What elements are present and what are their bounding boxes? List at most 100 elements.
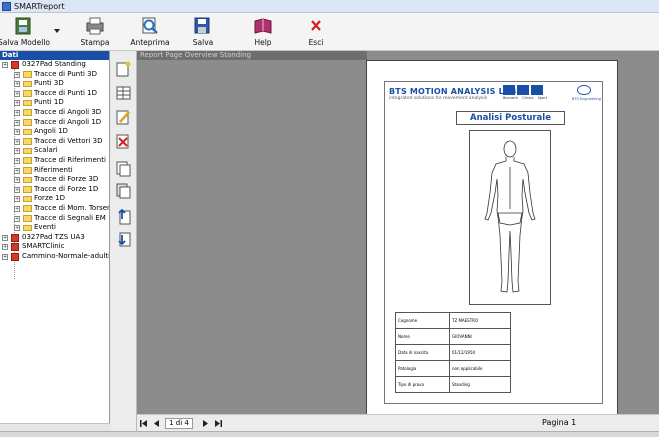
info-key: Patologia [395, 360, 450, 377]
bts-logo-text: BTS Engineering [572, 97, 601, 101]
expand-toggle-icon[interactable]: + [14, 205, 20, 212]
previous-page-icon [154, 420, 159, 427]
tree-item-label: SMARTClinic [22, 242, 65, 251]
expand-toggle-icon[interactable]: + [14, 157, 20, 164]
save-button[interactable]: Salva [181, 17, 225, 47]
lab-icon-label: Sport [537, 96, 547, 100]
tree-item[interactable]: + Riferimenti [0, 166, 109, 176]
tree-item-label: Tracce di Vettori 3D [34, 136, 103, 145]
tree-header: Dati [0, 51, 109, 60]
first-page-button[interactable] [139, 419, 148, 428]
print-label: Stampa [80, 38, 110, 47]
tree-item[interactable]: + Tracce di Punti 3D [0, 70, 109, 80]
page-number-field[interactable]: 1 di 4 [165, 418, 193, 429]
tree-item[interactable]: + Tracce di Punti 1D [0, 89, 109, 99]
report-page[interactable]: BTS MOTION ANALYSIS LAB integrated solut… [366, 60, 618, 414]
save-template-label: Salva Modello [0, 38, 51, 47]
subject-icon [11, 243, 19, 252]
expand-toggle-icon[interactable]: + [2, 244, 8, 251]
next-page-button[interactable] [201, 419, 210, 428]
paste-page-button[interactable] [114, 181, 133, 200]
expand-toggle-icon[interactable]: + [2, 234, 8, 241]
page-navigation-bar: 1 di 4 Pagina 1 [137, 414, 659, 431]
save-template-dropdown-icon[interactable] [54, 29, 60, 33]
expand-toggle-icon[interactable]: + [14, 138, 20, 145]
tree-item[interactable]: +0327Pad TZS UA3 [0, 233, 109, 243]
print-button[interactable]: Stampa [73, 17, 117, 47]
info-value: 01/12/1950 [449, 344, 511, 361]
biomech-icon [503, 85, 515, 95]
title-bar: SMARTreport [0, 0, 659, 13]
expand-toggle-icon[interactable]: + [2, 62, 8, 68]
bts-logo-icon [577, 85, 591, 95]
help-button[interactable]: Help [241, 17, 285, 47]
tree-item[interactable]: + Tracce di Angoli 3D [0, 108, 109, 118]
expand-toggle-icon[interactable]: + [14, 225, 20, 232]
tree-item[interactable]: + Tracce di Forze 3D [0, 175, 109, 185]
expand-toggle-icon[interactable]: + [14, 129, 20, 136]
expand-toggle-icon[interactable]: + [14, 119, 20, 126]
tree-item[interactable]: + Tracce di Mom. Torsen [0, 204, 109, 214]
expand-toggle-icon[interactable]: + [14, 109, 20, 116]
tree-item-label: Tracce di Riferimenti [34, 155, 106, 164]
tree-item[interactable]: + Tracce di Vettori 3D [0, 137, 109, 147]
tree-item[interactable]: + Forze 1D [0, 194, 109, 204]
last-page-button[interactable] [214, 419, 223, 428]
move-page-up-button[interactable] [114, 207, 133, 226]
move-down-icon [118, 232, 131, 246]
tree-item[interactable]: + Tracce di Riferimenti [0, 156, 109, 166]
data-tree-panel[interactable]: Dati +0327Pad Standing + Tracce di Punti 3… [0, 51, 110, 431]
table-icon [116, 86, 131, 99]
info-key: Data di nascita [395, 344, 450, 361]
save-template-button[interactable]: Salva Modello [0, 17, 50, 47]
expand-toggle-icon[interactable]: + [14, 71, 20, 78]
tree-item[interactable]: + Scalari [0, 146, 109, 156]
expand-toggle-icon[interactable]: + [2, 253, 8, 260]
folder-icon [23, 119, 32, 126]
tree-item-label: Tracce di Segnali EM [34, 213, 106, 222]
insert-table-button[interactable] [114, 83, 133, 102]
expand-toggle-icon[interactable]: + [14, 196, 20, 203]
tree-item[interactable]: + Eventi [0, 223, 109, 233]
expand-toggle-icon[interactable]: + [14, 167, 20, 174]
tree-item[interactable]: + Tracce di Segnali EM [0, 214, 109, 224]
tree-item[interactable]: + Punti 1D [0, 98, 109, 108]
app-icon [2, 1, 11, 11]
folder-icon [23, 147, 32, 155]
tree-item[interactable]: + Cammino-Normale-adulti [0, 252, 109, 262]
subject-icon [11, 61, 19, 69]
previous-page-button[interactable] [152, 419, 161, 428]
tree-item[interactable]: +0327Pad Standing [0, 60, 109, 70]
delete-page-button[interactable] [114, 131, 133, 150]
new-page-button[interactable] [114, 59, 133, 78]
preview-button[interactable]: Anteprima [128, 17, 172, 47]
expand-toggle-icon[interactable]: + [14, 100, 20, 107]
expand-toggle-icon[interactable]: + [14, 177, 20, 184]
tree-item[interactable]: + Angoli 1D [0, 127, 109, 137]
patient-info-table: Cognome TZ MAESTRO Nome GIOVANNI Data di nas… [395, 312, 511, 393]
help-book-icon [253, 17, 273, 35]
tree-item[interactable]: + Tracce di Angoli 1D [0, 118, 109, 128]
tree-item[interactable]: + Punti 3D [0, 79, 109, 89]
table-row: Patologia non applicabile [395, 360, 511, 377]
tree-item[interactable]: + SMARTClinic [0, 242, 109, 252]
table-row: Nome GIOVANNI [395, 328, 511, 345]
exit-button[interactable]: Esci [294, 17, 338, 47]
expand-toggle-icon[interactable]: + [14, 81, 20, 88]
folder-icon [23, 109, 32, 116]
tree-item-label: 0327Pad TZS UA3 [22, 232, 85, 241]
tree-item-label: Tracce di Punti 3D [34, 69, 97, 78]
move-page-down-button[interactable] [114, 229, 133, 248]
folder-icon [23, 224, 32, 232]
expand-toggle-icon[interactable]: + [14, 186, 20, 193]
copy-page-button[interactable] [114, 159, 133, 178]
expand-toggle-icon[interactable]: + [14, 90, 20, 97]
expand-toggle-icon[interactable]: + [14, 148, 20, 155]
edit-button[interactable] [114, 107, 133, 126]
help-label: Help [254, 38, 272, 47]
expand-toggle-icon[interactable]: + [14, 215, 20, 222]
report-preview-area[interactable]: Report Page Overview Standing BTS MOTION… [137, 51, 659, 414]
tree-item[interactable]: + Tracce di Forze 1D [0, 185, 109, 195]
next-page-icon [203, 420, 208, 427]
tree-horizontal-scrollbar[interactable] [0, 423, 110, 431]
